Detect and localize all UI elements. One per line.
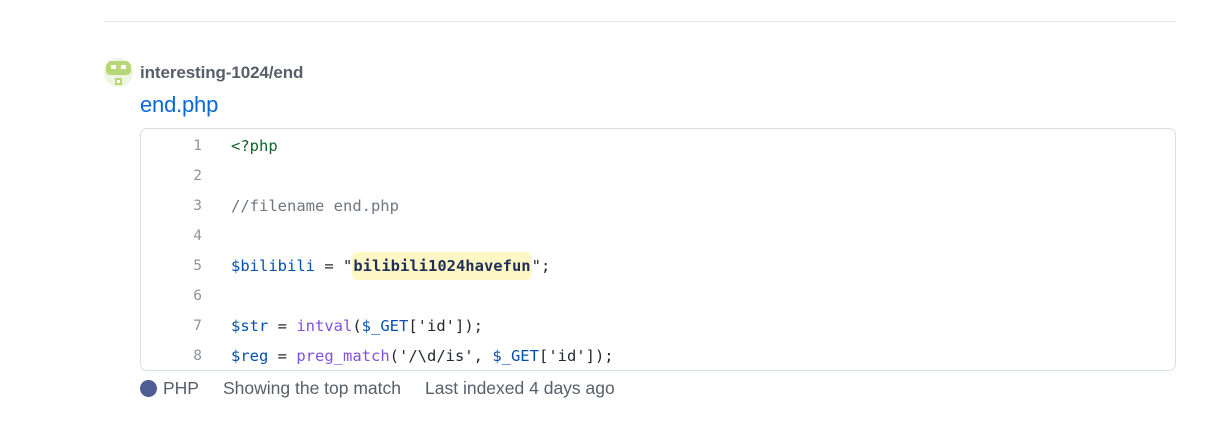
- indexed-info: Last indexed 4 days ago: [425, 378, 615, 398]
- line-number: 2: [193, 168, 202, 184]
- code-token: ";: [531, 257, 551, 275]
- robot-avatar-icon[interactable]: [104, 58, 133, 87]
- line-number: 3: [193, 198, 202, 214]
- line-content: $bilibili = "bilibili1024havefun";: [231, 252, 551, 280]
- line-number: 1: [193, 138, 202, 154]
- code-token: ['id']);: [408, 317, 483, 335]
- line-number: 5: [193, 258, 202, 274]
- line-number: 8: [193, 348, 202, 364]
- code-line: 5 $bilibili = "bilibili1024havefun";: [141, 251, 1175, 281]
- code-line: 4: [141, 221, 1175, 251]
- code-snippet[interactable]: 1 <?php 2 3 //filename end.php 4 5 $bilibili = …: [140, 128, 1176, 371]
- code-token: $_GET: [492, 347, 539, 365]
- code-line: 8 $reg = preg_match('/\d/is', $_GET['id']…: [141, 341, 1175, 370]
- line-number: 6: [193, 288, 202, 304]
- line-content: <?php: [231, 137, 278, 155]
- code-token: (: [352, 317, 362, 335]
- code-token: <?php: [231, 137, 278, 155]
- code-token: preg_match: [296, 347, 390, 365]
- code-token: //filename end.php: [231, 197, 399, 215]
- code-line: 3 //filename end.php: [141, 191, 1175, 221]
- match-info: Showing the top match: [222, 378, 402, 398]
- divider: [104, 21, 1176, 22]
- code-token: $str: [231, 317, 269, 335]
- code-token: $bilibili: [231, 257, 315, 275]
- language-label: PHP: [163, 378, 199, 398]
- code-token: = ": [315, 257, 353, 275]
- code-line: 2: [141, 161, 1175, 191]
- code-token: ('/\d/is',: [389, 347, 493, 365]
- language-color-dot: [140, 380, 157, 397]
- file-link[interactable]: end.php: [140, 92, 218, 118]
- code-token: $reg: [231, 347, 269, 365]
- code-token: intval: [296, 317, 353, 335]
- code-token: ['id']);: [538, 347, 614, 365]
- result-footer: PHP Showing the top match Last indexed 4…: [140, 378, 639, 399]
- code-token: =: [268, 317, 297, 335]
- search-result-page: interesting-1024/end end.php 1 <?php 2 3 //f…: [0, 0, 1216, 430]
- code-line: 6: [141, 281, 1175, 311]
- line-content: $str = intval($_GET['id']);: [231, 317, 483, 335]
- line-number: 7: [193, 318, 202, 334]
- code-token: =: [268, 347, 297, 365]
- code-line: 7 $str = intval($_GET['id']);: [141, 311, 1175, 341]
- code-line: 1 <?php: [141, 131, 1175, 161]
- line-content: $reg = preg_match('/\d/is', $_GET['id'])…: [231, 347, 614, 365]
- line-number: 4: [193, 228, 202, 244]
- code-token: $_GET: [361, 317, 409, 335]
- repo-link[interactable]: interesting-1024/end: [140, 63, 303, 83]
- line-content: //filename end.php: [231, 197, 399, 215]
- search-match-highlight: bilibili1024havefun: [352, 252, 532, 280]
- repo-row: interesting-1024/end: [104, 58, 303, 87]
